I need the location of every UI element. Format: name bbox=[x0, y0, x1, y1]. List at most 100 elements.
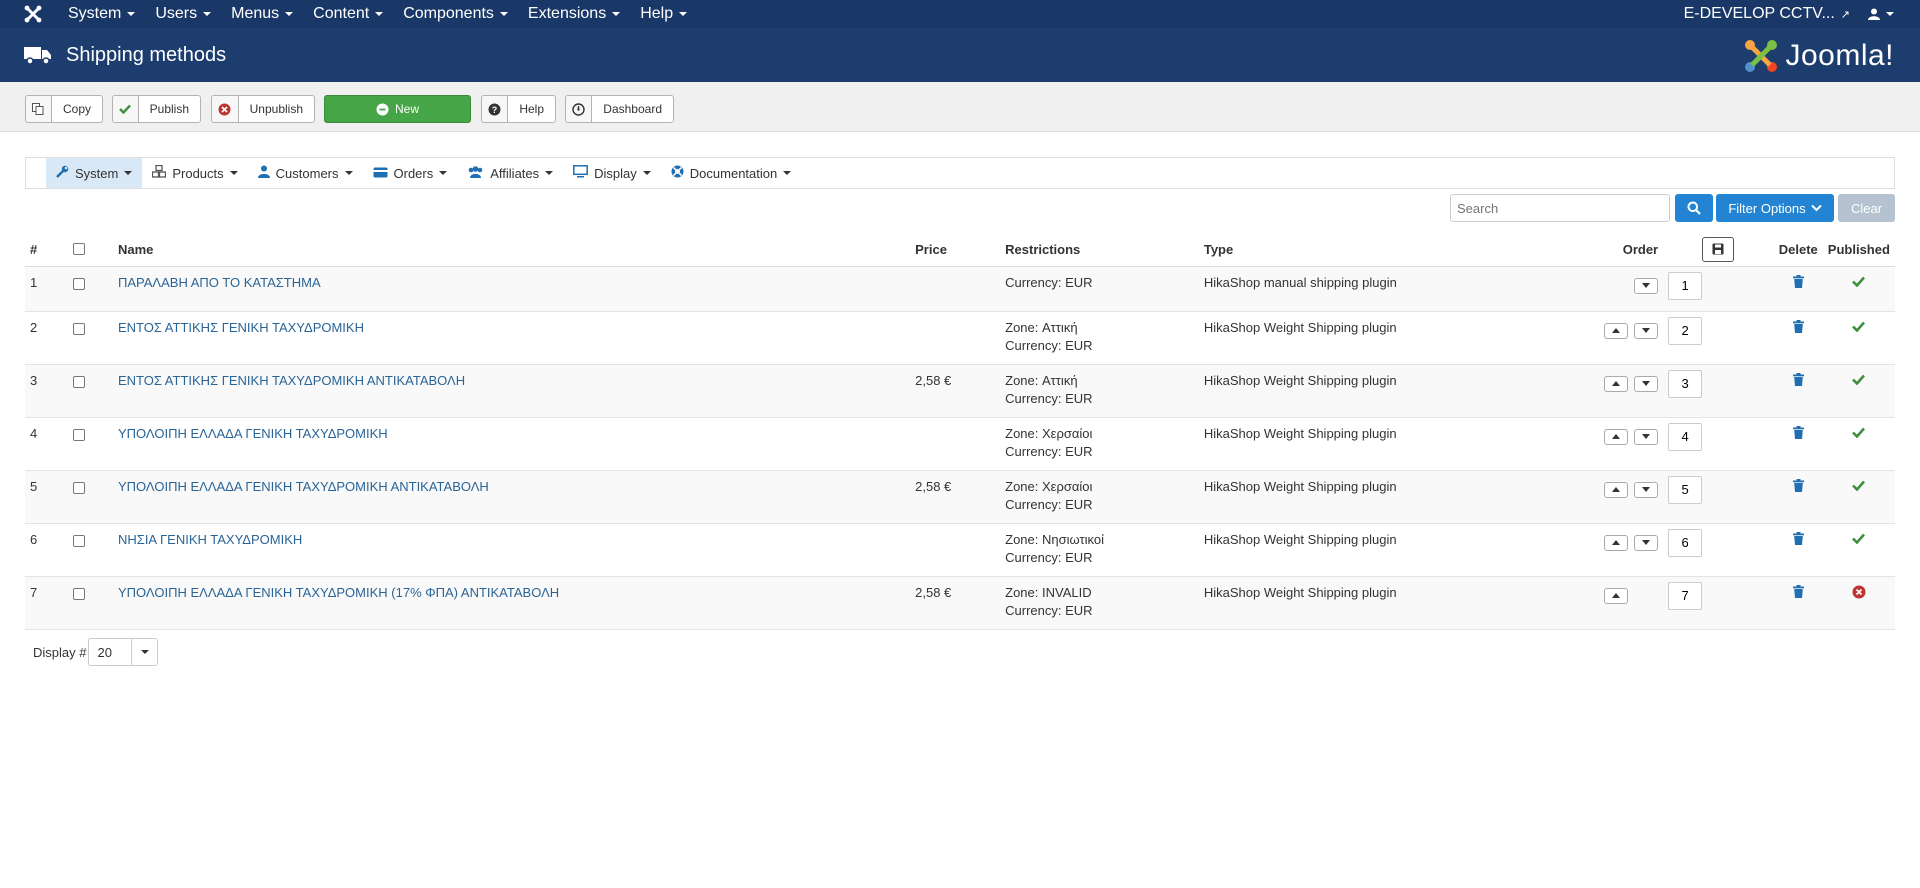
published-check-icon[interactable] bbox=[1852, 276, 1866, 287]
order-input[interactable] bbox=[1668, 316, 1703, 345]
col-name-header[interactable]: Name bbox=[113, 233, 911, 267]
caret-down-icon bbox=[499, 12, 508, 16]
trash-icon[interactable] bbox=[1792, 274, 1804, 288]
trash-icon[interactable] bbox=[1792, 372, 1804, 386]
order-input[interactable] bbox=[1668, 528, 1703, 557]
filter-options-button[interactable]: Filter Options bbox=[1716, 194, 1834, 222]
row-name-cell: ΠΑΡΑΛΑΒΗ ΑΠΟ ΤΟ ΚΑΤΑΣΤΗΜΑ bbox=[113, 266, 911, 312]
menu-menus[interactable]: Menus bbox=[221, 0, 303, 28]
move-up-button[interactable] bbox=[1604, 428, 1629, 445]
row-name-cell: ΥΠΟΛΟΙΠΗ ΕΛΛΑΔΑ ΓΕΝΙΚΗ ΤΑΧΥΔΡΟΜΙΚΗ ΑΝΤΙΚ… bbox=[113, 470, 911, 524]
col-type-header[interactable]: Type bbox=[1198, 233, 1563, 267]
menu-components[interactable]: Components bbox=[393, 0, 518, 28]
move-down-button[interactable] bbox=[1634, 375, 1659, 392]
row-price bbox=[910, 311, 1001, 365]
trash-icon[interactable] bbox=[1792, 425, 1804, 439]
shipping-method-link[interactable]: ΥΠΟΛΟΙΠΗ ΕΛΛΑΔΑ ΓΕΝΙΚΗ ΤΑΧΥΔΡΟΜΙΚΗ bbox=[118, 426, 388, 441]
move-down-button[interactable] bbox=[1634, 428, 1659, 445]
unpublished-icon[interactable] bbox=[1852, 585, 1866, 599]
col-order-header[interactable]: Order bbox=[1562, 233, 1664, 267]
submenu-customers[interactable]: Customers bbox=[248, 158, 363, 188]
order-input[interactable] bbox=[1668, 422, 1703, 451]
new-button[interactable]: New bbox=[324, 95, 471, 123]
move-down-button[interactable] bbox=[1634, 277, 1659, 294]
menu-content[interactable]: Content bbox=[303, 0, 393, 28]
copy-button[interactable]: Copy bbox=[25, 95, 103, 123]
row-type: HikaShop manual shipping plugin bbox=[1198, 266, 1563, 312]
move-down-button[interactable] bbox=[1634, 534, 1659, 551]
row-published-cell bbox=[1822, 470, 1895, 524]
search-input[interactable] bbox=[1450, 194, 1670, 222]
published-check-icon[interactable] bbox=[1852, 480, 1866, 491]
row-published-cell bbox=[1822, 364, 1895, 418]
search-icon bbox=[1687, 201, 1701, 215]
row-type: HikaShop Weight Shipping plugin bbox=[1198, 311, 1563, 365]
submenu-documentation[interactable]: Documentation bbox=[661, 158, 801, 188]
move-up-button[interactable] bbox=[1604, 322, 1629, 339]
shipping-method-link[interactable]: ΠΑΡΑΛΑΒΗ ΑΠΟ ΤΟ ΚΑΤΑΣΤΗΜΑ bbox=[118, 275, 321, 290]
trash-icon[interactable] bbox=[1792, 319, 1804, 333]
menu-help[interactable]: Help bbox=[630, 0, 697, 28]
move-up-button[interactable] bbox=[1604, 587, 1629, 604]
menu-extensions[interactable]: Extensions bbox=[518, 0, 630, 28]
restriction-line: Currency: EUR bbox=[1005, 443, 1093, 459]
row-checkbox[interactable] bbox=[73, 322, 86, 335]
row-checkbox[interactable] bbox=[73, 277, 86, 290]
row-checkbox[interactable] bbox=[73, 587, 86, 600]
move-down-button[interactable] bbox=[1634, 322, 1659, 339]
save-order-button[interactable] bbox=[1702, 236, 1735, 262]
site-name: E-DEVELOP CCTV... bbox=[1683, 5, 1835, 22]
row-select-cell bbox=[68, 470, 113, 524]
menu-label: Menus bbox=[231, 5, 280, 22]
joomla-logo-icon[interactable] bbox=[18, 0, 48, 28]
help-button[interactable]: ? Help bbox=[481, 95, 556, 123]
order-input[interactable] bbox=[1668, 271, 1703, 300]
unpublish-label: Unpublish bbox=[249, 102, 303, 116]
shipping-method-link[interactable]: ΝΗΣΙΑ ΓΕΝΙΚΗ ΤΑΧΥΔΡΟΜΙΚΗ bbox=[118, 532, 302, 547]
select-all-checkbox[interactable] bbox=[73, 243, 86, 256]
row-checkbox[interactable] bbox=[73, 428, 86, 441]
submenu-system[interactable]: System bbox=[46, 158, 143, 188]
table-row: 1 ΠΑΡΑΛΑΒΗ ΑΠΟ ΤΟ ΚΑΤΑΣΤΗΜΑ Currency: EUR H… bbox=[25, 266, 1895, 312]
col-price-header[interactable]: Price bbox=[910, 233, 1001, 267]
submenu-display[interactable]: Display bbox=[563, 158, 661, 188]
published-check-icon[interactable] bbox=[1852, 321, 1866, 332]
display-select[interactable]: 20 bbox=[88, 638, 159, 666]
trash-icon[interactable] bbox=[1792, 531, 1804, 545]
trash-icon[interactable] bbox=[1792, 584, 1804, 598]
menu-system[interactable]: System bbox=[58, 0, 145, 28]
row-checkbox[interactable] bbox=[73, 534, 86, 547]
menu-users[interactable]: Users bbox=[145, 0, 221, 28]
row-checkbox[interactable] bbox=[73, 375, 86, 388]
shipping-method-link[interactable]: ΥΠΟΛΟΙΠΗ ΕΛΛΑΔΑ ΓΕΝΙΚΗ ΤΑΧΥΔΡΟΜΙΚΗ (17% … bbox=[118, 585, 559, 600]
shipping-method-link[interactable]: ΕΝΤΟΣ ΑΤΤΙΚΗΣ ΓΕΝΙΚΗ ΤΑΧΥΔΡΟΜΙΚΗ ΑΝΤΙΚΑΤ… bbox=[118, 373, 465, 388]
submenu-affiliates[interactable]: Affiliates bbox=[457, 158, 563, 188]
list-limit: Display # 20 bbox=[33, 638, 159, 666]
dashboard-button[interactable]: Dashboard bbox=[565, 95, 674, 123]
user-menu[interactable] bbox=[1868, 8, 1894, 20]
row-checkbox[interactable] bbox=[73, 481, 86, 494]
move-up-button[interactable] bbox=[1604, 481, 1629, 498]
published-check-icon[interactable] bbox=[1852, 427, 1866, 438]
dashboard-label: Dashboard bbox=[603, 102, 662, 116]
order-input[interactable] bbox=[1668, 475, 1703, 504]
move-down-button[interactable] bbox=[1634, 481, 1659, 498]
submenu-orders[interactable]: Orders bbox=[363, 158, 458, 188]
publish-button[interactable]: Publish bbox=[112, 95, 201, 123]
published-check-icon[interactable] bbox=[1852, 533, 1866, 544]
site-link[interactable]: E-DEVELOP CCTV... ↗ bbox=[1684, 5, 1850, 23]
unpublish-button[interactable]: Unpublish bbox=[211, 95, 315, 123]
submenu-products[interactable]: Products bbox=[142, 158, 247, 188]
order-input[interactable] bbox=[1668, 369, 1703, 398]
move-up-button[interactable] bbox=[1604, 534, 1629, 551]
col-published-header[interactable]: Published bbox=[1822, 233, 1895, 267]
trash-icon[interactable] bbox=[1792, 478, 1804, 492]
shipping-method-link[interactable]: ΥΠΟΛΟΙΠΗ ΕΛΛΑΔΑ ΓΕΝΙΚΗ ΤΑΧΥΔΡΟΜΙΚΗ ΑΝΤΙΚ… bbox=[118, 479, 489, 494]
search-button[interactable] bbox=[1675, 194, 1713, 222]
published-check-icon[interactable] bbox=[1852, 374, 1866, 385]
row-restrictions: Currency: EUR bbox=[1000, 266, 1199, 312]
shipping-method-link[interactable]: ΕΝΤΟΣ ΑΤΤΙΚΗΣ ΓΕΝΙΚΗ ΤΑΧΥΔΡΟΜΙΚΗ bbox=[118, 320, 364, 335]
clear-button[interactable]: Clear bbox=[1838, 194, 1895, 222]
move-up-button[interactable] bbox=[1604, 375, 1629, 392]
order-input[interactable] bbox=[1668, 581, 1703, 610]
